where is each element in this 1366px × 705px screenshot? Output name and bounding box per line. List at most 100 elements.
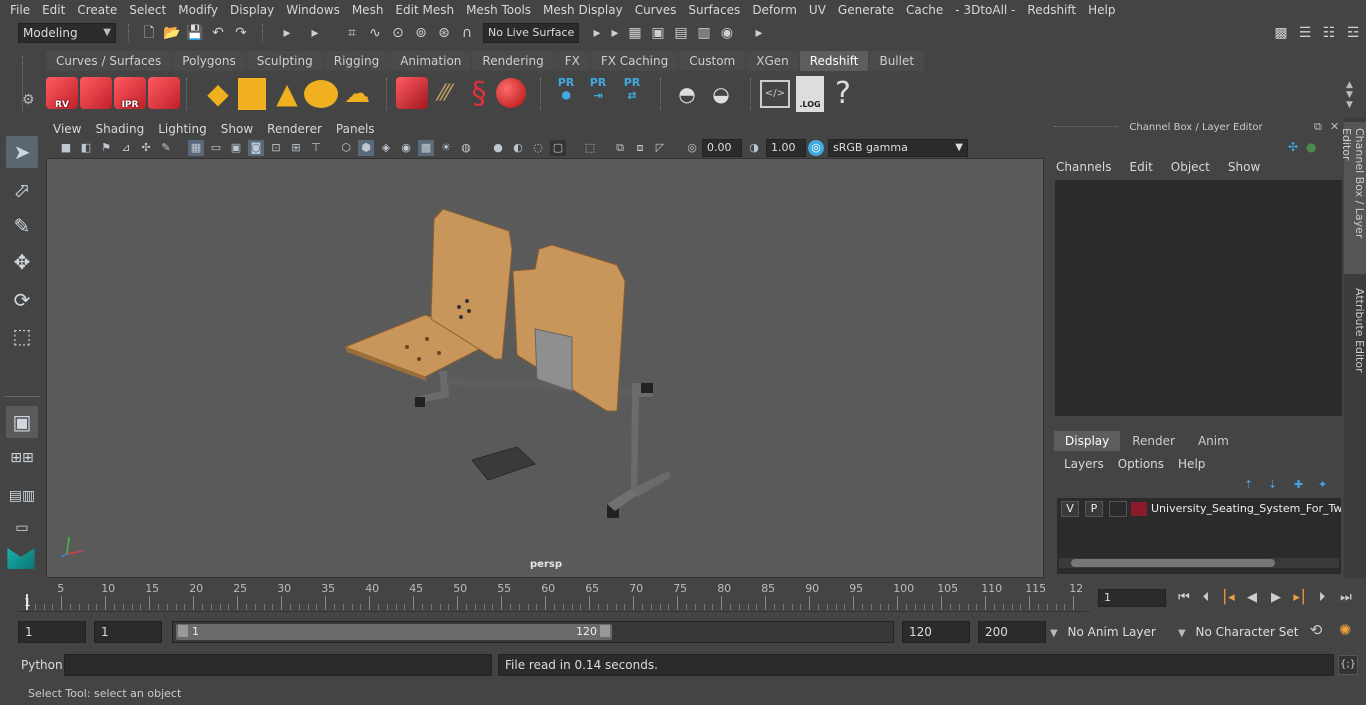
layer-visibility-toggle[interactable]: V [1061, 501, 1079, 517]
hypershade-icon[interactable]: ◉ [718, 24, 736, 42]
tab-channel-box-layer-editor[interactable]: Channel Box / Layer Editor [1340, 122, 1366, 274]
go-to-start-icon[interactable]: ⏮ [1174, 588, 1194, 608]
play-forwards-icon[interactable]: ▶ [1266, 588, 1286, 608]
shelf-tab-animation[interactable]: Animation [390, 51, 472, 71]
exposure-field[interactable]: 0.00 [702, 139, 742, 157]
isolate-select-icon[interactable]: ⬚ [582, 140, 598, 156]
proxy-cube-icon[interactable] [396, 77, 428, 109]
lasso-tool-icon[interactable]: ⬀ [6, 174, 38, 206]
viewport-menu-renderer[interactable]: Renderer [260, 122, 329, 136]
render-frame-icon[interactable]: ▦ [626, 24, 644, 42]
playback-start-field[interactable]: 1 [94, 621, 162, 643]
layer-display-type[interactable] [1109, 501, 1127, 517]
end-time-field[interactable]: 200 [978, 621, 1046, 643]
move-tool-icon[interactable]: ✥ [6, 246, 38, 278]
attribute-editor-toggle-icon[interactable]: ☷ [1320, 24, 1338, 42]
shelf-tab-fx-caching[interactable]: FX Caching [590, 51, 679, 71]
smooth-shade-icon[interactable]: ⬢ [358, 140, 374, 156]
xray-joints-icon[interactable]: ⧉ [612, 140, 628, 156]
safe-title-icon[interactable]: ⊤ [308, 140, 324, 156]
workspace-icon[interactable]: ▩ [1272, 24, 1290, 42]
anti-aliasing-icon[interactable]: ◐ [510, 140, 526, 156]
motion-blur-icon[interactable]: ● [490, 140, 506, 156]
float-panel-icon[interactable]: ⧉ [1314, 120, 1322, 134]
menu-deform[interactable]: Deform [746, 0, 803, 20]
help-icon[interactable]: ? [832, 74, 854, 114]
select-tool-icon[interactable]: ➤ [6, 136, 38, 168]
mode-selector[interactable]: Modeling ▼ [18, 23, 116, 43]
channel-box-menu-object[interactable]: Object [1171, 160, 1210, 174]
shelf-tab-custom[interactable]: Custom [679, 51, 746, 71]
four-view-layout-icon[interactable]: ⊞⊞ [6, 442, 38, 474]
snap-view-icon[interactable]: ⊚ [412, 24, 430, 42]
render-view-icon[interactable]: ▣ [649, 24, 667, 42]
rv-cube-icon[interactable]: RV [46, 77, 78, 110]
magnet-icon[interactable]: ∩ [458, 24, 476, 42]
channel-box-menu-channels[interactable]: Channels [1056, 160, 1112, 174]
single-perspective-layout-icon[interactable]: ▣ [6, 406, 38, 438]
textured-icon[interactable]: ◉ [398, 140, 414, 156]
menu-create[interactable]: Create [71, 0, 123, 20]
material-ball-icon[interactable] [496, 78, 526, 108]
auto-key-icon[interactable]: ⟲ [1306, 621, 1326, 643]
layer-color-swatch[interactable] [1131, 502, 1147, 516]
go-to-end-icon[interactable]: ⏭ [1336, 588, 1356, 608]
new-layer-selected-icon[interactable]: ✦ [1318, 478, 1327, 491]
pr-icon-3[interactable]: PR ⇄ [620, 76, 644, 112]
ambient-occlusion-icon[interactable]: ◍ [458, 140, 474, 156]
layer-playback-toggle[interactable]: P [1085, 501, 1103, 517]
time-slider[interactable]: 5 10 15 20 25 30 35 40 45 50 55 60 65 70 75 80 85 90 95 100… [18, 582, 1090, 612]
menu-uv[interactable]: UV [803, 0, 832, 20]
layer-tab-display[interactable]: Display [1054, 431, 1121, 451]
xray-active-icon[interactable]: ⧈ [632, 140, 648, 156]
rotate-tool-icon[interactable]: ⟳ [6, 284, 38, 316]
bookmark-icon[interactable]: ⚑ [98, 140, 114, 156]
pr-icon-2[interactable]: PR ⇥ [586, 76, 610, 112]
camera-attr-icon[interactable]: ◧ [78, 140, 94, 156]
snap-live-icon[interactable]: ⊛ [435, 24, 453, 42]
menu-edit[interactable]: Edit [36, 0, 71, 20]
menu-cache[interactable]: Cache [900, 0, 949, 20]
new-layer-icon[interactable]: ✚ [1294, 478, 1303, 491]
shelf-tab-curves-surfaces[interactable]: Curves / Surfaces [46, 51, 172, 71]
log-icon[interactable]: .LOG [796, 76, 824, 112]
layer-tab-render[interactable]: Render [1121, 431, 1186, 451]
image-plane-icon[interactable]: ⊿ [118, 140, 134, 156]
depth-of-field-icon[interactable]: ◌ [530, 140, 546, 156]
volume-icon[interactable]: § [464, 76, 494, 112]
open-scene-icon[interactable]: 📂 [163, 24, 181, 42]
tab-attribute-editor[interactable]: Attribute Editor [1344, 282, 1366, 378]
move-layer-down-icon[interactable]: ⇣ [1268, 478, 1277, 491]
xray-icon[interactable]: ▢ [550, 140, 566, 156]
graph-layout-icon[interactable]: ▭ [6, 512, 38, 544]
viewport-menu-view[interactable]: View [46, 122, 88, 136]
menu-curves[interactable]: Curves [629, 0, 683, 20]
collapse-arrow-icon[interactable]: ▸ [588, 24, 606, 42]
time-slider-track[interactable]: 5 10 15 20 25 30 35 40 45 50 55 60 65 70 75 80 85 90 95 100… [18, 582, 1090, 612]
render-settings-cube-icon[interactable] [148, 77, 180, 109]
menu-modify[interactable]: Modify [172, 0, 224, 20]
character-set-select[interactable]: ▼ No Character Set [1178, 621, 1302, 643]
script-editor-icon[interactable]: {;} [1338, 655, 1358, 675]
channel-box-content[interactable] [1055, 180, 1342, 416]
save-scene-icon[interactable]: 💾 [186, 24, 204, 42]
shelf-scroll-arrows[interactable]: ▲ ▼ ▼ [1346, 80, 1353, 110]
field-chart-icon[interactable]: ⊡ [268, 140, 284, 156]
bake-pie-2-icon[interactable]: ◒ [704, 78, 738, 110]
range-slider-handle[interactable]: 1 120 [176, 624, 612, 640]
viewport-menu-panels[interactable]: Panels [329, 122, 382, 136]
color-space-select[interactable]: sRGB gamma ▼ [828, 139, 968, 157]
animation-prefs-icon[interactable]: ✺ [1334, 621, 1356, 643]
menu-windows[interactable]: Windows [280, 0, 346, 20]
menu-mesh-display[interactable]: Mesh Display [537, 0, 629, 20]
gate-mask-icon[interactable]: ◙ [248, 140, 264, 156]
outliner-layout-icon[interactable]: ▤▥ [6, 480, 38, 512]
current-frame-field[interactable]: 1 [1098, 589, 1166, 607]
close-icon[interactable]: ✕ [1330, 120, 1339, 133]
command-input[interactable] [64, 654, 492, 676]
snap-point-icon[interactable]: ⊙ [389, 24, 407, 42]
exposure-icon[interactable]: ◎ [684, 140, 700, 156]
use-all-lights-icon[interactable]: ▩ [418, 140, 434, 156]
menu-edit-mesh[interactable]: Edit Mesh [389, 0, 460, 20]
light-diamond-icon[interactable]: ◆ [202, 78, 234, 110]
